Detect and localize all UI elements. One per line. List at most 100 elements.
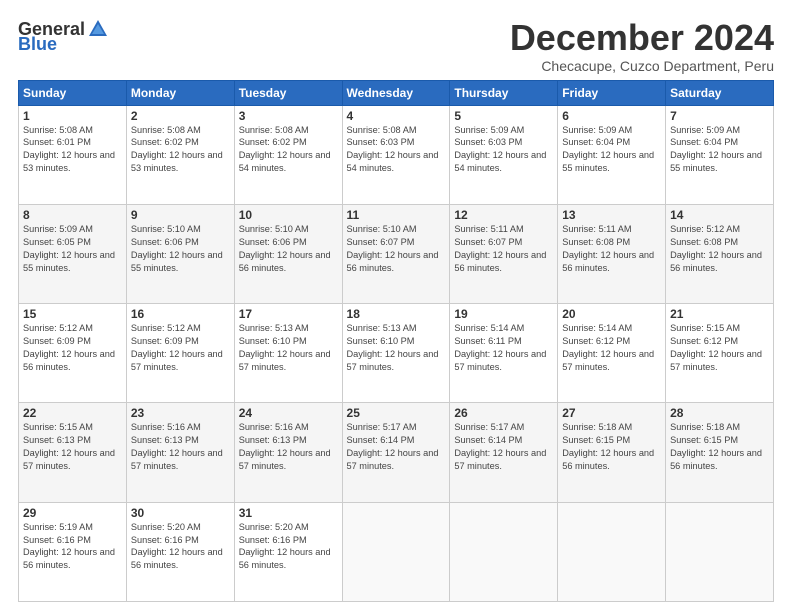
day-cell: 30Sunrise: 5:20 AMSunset: 6:16 PMDayligh… [126,502,234,601]
day-number: 29 [23,506,122,520]
day-cell: 6Sunrise: 5:09 AMSunset: 6:04 PMDaylight… [558,105,666,204]
day-info: Sunrise: 5:17 AMSunset: 6:14 PMDaylight:… [347,421,446,473]
day-cell: 21Sunrise: 5:15 AMSunset: 6:12 PMDayligh… [666,304,774,403]
day-number: 3 [239,109,338,123]
day-cell: 11Sunrise: 5:10 AMSunset: 6:07 PMDayligh… [342,204,450,303]
logo-blue: Blue [18,34,57,55]
day-cell: 1Sunrise: 5:08 AMSunset: 6:01 PMDaylight… [19,105,127,204]
week-row-5: 29Sunrise: 5:19 AMSunset: 6:16 PMDayligh… [19,502,774,601]
page: General Blue December 2024 Checacupe, Cu… [0,0,792,612]
day-cell: 31Sunrise: 5:20 AMSunset: 6:16 PMDayligh… [234,502,342,601]
week-row-3: 15Sunrise: 5:12 AMSunset: 6:09 PMDayligh… [19,304,774,403]
day-info: Sunrise: 5:20 AMSunset: 6:16 PMDaylight:… [239,521,338,573]
day-info: Sunrise: 5:11 AMSunset: 6:08 PMDaylight:… [562,223,661,275]
day-cell: 7Sunrise: 5:09 AMSunset: 6:04 PMDaylight… [666,105,774,204]
day-number: 30 [131,506,230,520]
day-number: 17 [239,307,338,321]
day-cell: 9Sunrise: 5:10 AMSunset: 6:06 PMDaylight… [126,204,234,303]
day-info: Sunrise: 5:18 AMSunset: 6:15 PMDaylight:… [670,421,769,473]
day-cell: 29Sunrise: 5:19 AMSunset: 6:16 PMDayligh… [19,502,127,601]
day-info: Sunrise: 5:11 AMSunset: 6:07 PMDaylight:… [454,223,553,275]
day-info: Sunrise: 5:12 AMSunset: 6:09 PMDaylight:… [131,322,230,374]
day-info: Sunrise: 5:09 AMSunset: 6:04 PMDaylight:… [670,124,769,176]
day-info: Sunrise: 5:14 AMSunset: 6:11 PMDaylight:… [454,322,553,374]
location-title: Checacupe, Cuzco Department, Peru [510,58,774,74]
day-cell: 22Sunrise: 5:15 AMSunset: 6:13 PMDayligh… [19,403,127,502]
day-cell: 17Sunrise: 5:13 AMSunset: 6:10 PMDayligh… [234,304,342,403]
day-number: 12 [454,208,553,222]
day-info: Sunrise: 5:10 AMSunset: 6:06 PMDaylight:… [239,223,338,275]
column-header-monday: Monday [126,80,234,105]
column-header-wednesday: Wednesday [342,80,450,105]
day-number: 8 [23,208,122,222]
day-number: 16 [131,307,230,321]
day-info: Sunrise: 5:13 AMSunset: 6:10 PMDaylight:… [239,322,338,374]
day-cell: 18Sunrise: 5:13 AMSunset: 6:10 PMDayligh… [342,304,450,403]
column-header-saturday: Saturday [666,80,774,105]
day-cell: 14Sunrise: 5:12 AMSunset: 6:08 PMDayligh… [666,204,774,303]
title-block: December 2024 Checacupe, Cuzco Departmen… [510,18,774,74]
day-cell: 13Sunrise: 5:11 AMSunset: 6:08 PMDayligh… [558,204,666,303]
day-cell [450,502,558,601]
day-number: 18 [347,307,446,321]
day-cell: 15Sunrise: 5:12 AMSunset: 6:09 PMDayligh… [19,304,127,403]
day-number: 28 [670,406,769,420]
day-number: 2 [131,109,230,123]
day-info: Sunrise: 5:08 AMSunset: 6:02 PMDaylight:… [239,124,338,176]
day-number: 4 [347,109,446,123]
header: General Blue December 2024 Checacupe, Cu… [18,18,774,74]
day-cell: 2Sunrise: 5:08 AMSunset: 6:02 PMDaylight… [126,105,234,204]
day-info: Sunrise: 5:15 AMSunset: 6:12 PMDaylight:… [670,322,769,374]
day-info: Sunrise: 5:19 AMSunset: 6:16 PMDaylight:… [23,521,122,573]
day-number: 6 [562,109,661,123]
week-row-2: 8Sunrise: 5:09 AMSunset: 6:05 PMDaylight… [19,204,774,303]
day-cell: 23Sunrise: 5:16 AMSunset: 6:13 PMDayligh… [126,403,234,502]
day-info: Sunrise: 5:16 AMSunset: 6:13 PMDaylight:… [239,421,338,473]
day-info: Sunrise: 5:14 AMSunset: 6:12 PMDaylight:… [562,322,661,374]
day-info: Sunrise: 5:09 AMSunset: 6:05 PMDaylight:… [23,223,122,275]
day-number: 21 [670,307,769,321]
day-info: Sunrise: 5:10 AMSunset: 6:07 PMDaylight:… [347,223,446,275]
day-cell: 26Sunrise: 5:17 AMSunset: 6:14 PMDayligh… [450,403,558,502]
day-cell: 20Sunrise: 5:14 AMSunset: 6:12 PMDayligh… [558,304,666,403]
day-number: 5 [454,109,553,123]
day-info: Sunrise: 5:18 AMSunset: 6:15 PMDaylight:… [562,421,661,473]
calendar-body: 1Sunrise: 5:08 AMSunset: 6:01 PMDaylight… [19,105,774,601]
day-cell [666,502,774,601]
logo: General Blue [18,18,109,55]
day-cell: 28Sunrise: 5:18 AMSunset: 6:15 PMDayligh… [666,403,774,502]
day-info: Sunrise: 5:12 AMSunset: 6:08 PMDaylight:… [670,223,769,275]
day-cell: 8Sunrise: 5:09 AMSunset: 6:05 PMDaylight… [19,204,127,303]
day-cell: 3Sunrise: 5:08 AMSunset: 6:02 PMDaylight… [234,105,342,204]
day-cell: 10Sunrise: 5:10 AMSunset: 6:06 PMDayligh… [234,204,342,303]
day-cell: 5Sunrise: 5:09 AMSunset: 6:03 PMDaylight… [450,105,558,204]
day-number: 31 [239,506,338,520]
day-number: 13 [562,208,661,222]
week-row-1: 1Sunrise: 5:08 AMSunset: 6:01 PMDaylight… [19,105,774,204]
day-number: 7 [670,109,769,123]
day-cell: 24Sunrise: 5:16 AMSunset: 6:13 PMDayligh… [234,403,342,502]
day-cell [558,502,666,601]
day-cell [342,502,450,601]
day-number: 19 [454,307,553,321]
day-info: Sunrise: 5:09 AMSunset: 6:03 PMDaylight:… [454,124,553,176]
day-cell: 25Sunrise: 5:17 AMSunset: 6:14 PMDayligh… [342,403,450,502]
day-info: Sunrise: 5:08 AMSunset: 6:03 PMDaylight:… [347,124,446,176]
day-info: Sunrise: 5:08 AMSunset: 6:02 PMDaylight:… [131,124,230,176]
day-number: 27 [562,406,661,420]
day-number: 15 [23,307,122,321]
day-info: Sunrise: 5:08 AMSunset: 6:01 PMDaylight:… [23,124,122,176]
day-number: 20 [562,307,661,321]
day-number: 26 [454,406,553,420]
day-cell: 27Sunrise: 5:18 AMSunset: 6:15 PMDayligh… [558,403,666,502]
day-number: 1 [23,109,122,123]
day-info: Sunrise: 5:12 AMSunset: 6:09 PMDaylight:… [23,322,122,374]
day-cell: 16Sunrise: 5:12 AMSunset: 6:09 PMDayligh… [126,304,234,403]
day-info: Sunrise: 5:09 AMSunset: 6:04 PMDaylight:… [562,124,661,176]
day-info: Sunrise: 5:15 AMSunset: 6:13 PMDaylight:… [23,421,122,473]
day-info: Sunrise: 5:20 AMSunset: 6:16 PMDaylight:… [131,521,230,573]
day-number: 25 [347,406,446,420]
day-number: 23 [131,406,230,420]
day-number: 10 [239,208,338,222]
day-info: Sunrise: 5:13 AMSunset: 6:10 PMDaylight:… [347,322,446,374]
